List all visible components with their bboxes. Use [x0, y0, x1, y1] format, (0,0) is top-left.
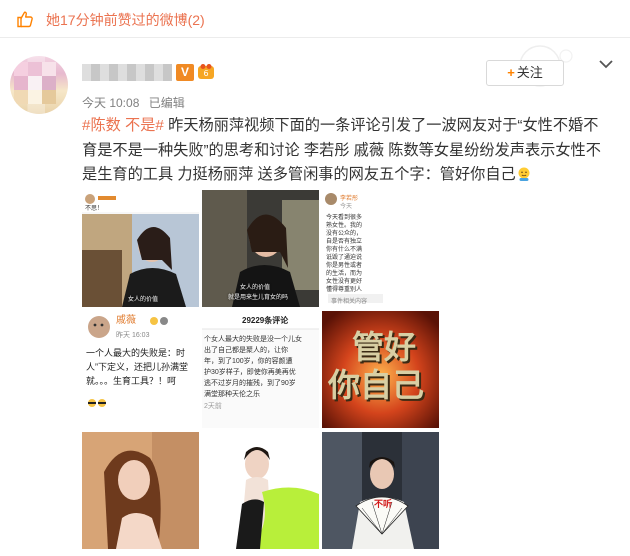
svg-text:6: 6: [203, 69, 208, 78]
verified-badge: V: [176, 64, 194, 81]
img4-name: 戚薇: [116, 315, 136, 326]
img2-caption-1: 女人的价值: [240, 285, 271, 291]
avatar[interactable]: [10, 56, 68, 114]
img4-date: 昨天 16:03: [116, 332, 150, 339]
img4-line-2: 人”下定义，还把儿孙满堂: [86, 362, 188, 372]
photo-woman-portrait: [82, 432, 199, 549]
edited-label: 已编辑: [148, 96, 185, 110]
image-thumbnail-3[interactable]: 李若彤 今天 今天看到很多 熟女性。我的 没有公众的， 自是否有独立 你有什么不…: [322, 190, 439, 307]
img5-footer: 2天前: [204, 403, 222, 410]
img5-line-4: 护30岁样子，即使你再美再优: [204, 369, 296, 376]
img4-line-3: 就。。。生育工具？！呵: [86, 376, 177, 386]
img5-line-6: 满堂那种天伦之乐: [204, 391, 260, 398]
post-text: #陈数 不是# 昨天杨丽萍视频下面的一条评论引发了一波网友对于“女性不婚不育是不…: [82, 114, 602, 188]
level-badge-icon: 6: [198, 64, 214, 79]
liked-posts-text[interactable]: 她17分钟前赞过的微博(2): [46, 10, 205, 30]
img5-line-2: 出了自己都是聚人的，让你: [204, 347, 288, 354]
liked-posts-header[interactable]: 她17分钟前赞过的微博(2): [0, 0, 630, 38]
image-thumbnail-4[interactable]: 戚薇 昨天 16:03 一个人最大的失败是：时 人”下定义，还把儿孙满堂 就。。…: [82, 311, 199, 428]
img5-header: 29229条评论: [242, 316, 289, 325]
img5-line-5: 逃不过岁月的摧残，到了90岁: [204, 380, 296, 387]
img5-line-3: 年，到了100岁，你的容颜遭: [204, 358, 293, 365]
img3-footer: 事件相关内容: [331, 299, 368, 305]
img3-date: 今天: [340, 204, 353, 210]
img4-line-1: 一个人最大的失败是：时: [86, 348, 186, 358]
image-thumbnail-9[interactable]: 不听: [322, 432, 439, 549]
image-thumbnail-2[interactable]: 女人的价值 就是用来生儿育女的吗: [202, 190, 319, 307]
img1-subtitle: 女人的价值: [128, 297, 159, 303]
username-blurred[interactable]: [82, 64, 172, 81]
chevron-down-icon[interactable]: [598, 58, 614, 70]
photo-woman-with-fan: [322, 432, 439, 549]
img9-fan-text: 不听: [374, 499, 393, 509]
img5-line-1: 个女人最大的失败是没一个儿女: [204, 336, 302, 343]
follow-button[interactable]: + 关注: [486, 60, 564, 86]
img3-line-10: 懂得尊重别人: [326, 287, 363, 293]
img6-line1: 管好: [352, 329, 417, 365]
img1-top-label: 不思！: [85, 206, 104, 212]
weibo-post-card: V 6 今天 10:08 已编辑 + 关注 #陈数 不是# 昨天杨丽萍视频下面的一…: [0, 38, 630, 556]
hashtag-link[interactable]: #陈数 不是#: [82, 117, 164, 134]
image-grid: 不思！ 女人的价值 女人的价值 就是用来生儿育女的吗 李若彤 今天 今天看到很多…: [82, 190, 440, 550]
photo-woman-green-dress: [202, 432, 319, 549]
plus-icon: +: [507, 65, 515, 80]
shrug-emoji-icon: [518, 167, 530, 181]
image-thumbnail-5[interactable]: 29229条评论 个女人最大的失败是没一个儿女 出了自己都是聚人的，让你 年，到…: [202, 311, 319, 428]
follow-label: 关注: [516, 65, 543, 80]
img2-caption-2: 就是用来生儿育女的吗: [228, 295, 289, 301]
post-meta: 今天 10:08 已编辑: [82, 94, 191, 111]
image-thumbnail-8[interactable]: [202, 432, 319, 549]
image-thumbnail-1[interactable]: 不思！ 女人的价值: [82, 190, 199, 307]
image-thumbnail-6[interactable]: 管好 你自己: [322, 311, 439, 428]
thumbs-up-icon: [17, 11, 33, 28]
image-thumbnail-7[interactable]: [82, 432, 199, 549]
img6-line2: 你自己: [328, 367, 425, 403]
post-time[interactable]: 今天 10:08: [82, 96, 139, 110]
